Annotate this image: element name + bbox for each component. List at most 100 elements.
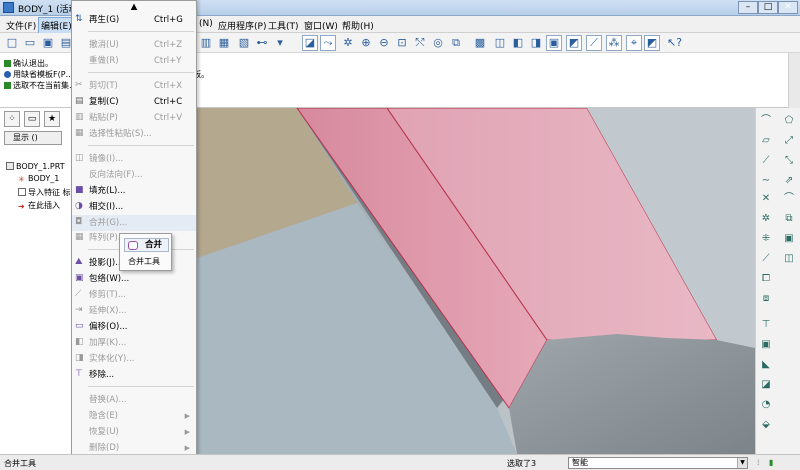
copy-icon[interactable]: ▥: [198, 35, 214, 51]
rib-icon[interactable]: ⟋: [759, 252, 773, 266]
graphics-viewport[interactable]: [197, 108, 755, 454]
edit-menu-item[interactable]: 恢复(U) ▶: [72, 424, 196, 440]
datum-planes-icon[interactable]: ◩: [566, 35, 582, 51]
folder-browser-tab-icon[interactable]: ▭: [24, 111, 40, 127]
spin-center-icon[interactable]: ⤳: [320, 35, 336, 51]
save-copy-icon[interactable]: ▦: [216, 35, 232, 51]
hole-icon[interactable]: ⧈: [759, 292, 773, 306]
edit-menu-item[interactable]: ▤ 复制(C) Ctrl+C: [72, 94, 196, 110]
tree-item[interactable]: 导入特征 标: [18, 187, 71, 198]
model-tree-tab-icon[interactable]: ⁘: [4, 111, 20, 127]
edit-menu-item[interactable]: ▦ 选择性粘贴(S)...: [72, 126, 196, 142]
menu-tools[interactable]: 工具(T): [266, 18, 301, 33]
open-folder-icon[interactable]: ▭: [22, 35, 38, 51]
message-scrollbar[interactable]: [788, 53, 800, 108]
context-help-icon[interactable]: ↖?: [666, 35, 682, 51]
shading-icon[interactable]: ▣: [546, 35, 562, 51]
menu-separator: [88, 31, 194, 32]
analysis-icon[interactable]: ⧉: [782, 212, 796, 226]
edit-menu-item[interactable]: ⇥ 延伸(X)...: [72, 303, 196, 319]
blend-icon[interactable]: ◪: [759, 378, 773, 392]
edit-menu-item[interactable]: ■ 填充(L)...: [72, 183, 196, 199]
view-manager-icon[interactable]: ▩: [472, 35, 488, 51]
maximize-button[interactable]: □: [758, 1, 778, 14]
datum-plane-icon[interactable]: ⬠: [782, 114, 796, 128]
close-button[interactable]: ✕: [778, 1, 798, 14]
zoom-out-icon[interactable]: ⊖: [376, 35, 392, 51]
favorites-tab-icon[interactable]: ★: [44, 111, 60, 127]
new-file-icon[interactable]: □: [4, 35, 20, 51]
edit-menu-item[interactable]: 重做(R) Ctrl+Y: [72, 53, 196, 69]
select-filter-icon[interactable]: ▾: [272, 35, 288, 51]
edit-menu-item-shortcut: Ctrl+X: [154, 81, 183, 91]
edit-menu-item[interactable]: ◨ 实体化(Y)...: [72, 351, 196, 367]
zoom-in-icon[interactable]: ⊕: [358, 35, 374, 51]
datum-curve-icon[interactable]: ⤡: [782, 154, 796, 168]
coordinate-system-icon[interactable]: ✲: [759, 212, 773, 226]
hidden-line-icon[interactable]: ◧: [510, 35, 526, 51]
chamfer-icon[interactable]: ⬙: [759, 418, 773, 432]
datum-plane-icon[interactable]: ▱: [759, 134, 773, 148]
annotation-icon[interactable]: ◩: [644, 35, 660, 51]
repaint-icon[interactable]: ◪: [302, 35, 318, 51]
menu-file[interactable]: 文件(F): [4, 18, 38, 33]
edit-menu-item[interactable]: ◘ 合并(G)...: [72, 215, 196, 231]
save-icon[interactable]: ▣: [40, 35, 56, 51]
datum-curve-icon[interactable]: ∼: [759, 174, 773, 188]
menu-help[interactable]: 帮助(H): [340, 18, 376, 33]
edit-menu-item[interactable]: ⟋ 修剪(T)...: [72, 287, 196, 303]
extrude-icon[interactable]: ⊤: [759, 318, 773, 332]
menu-insert[interactable]: (N): [197, 18, 215, 30]
sweep-icon[interactable]: ◣: [759, 358, 773, 372]
edit-menu-item[interactable]: 反向法向(F)...: [72, 167, 196, 183]
no-hidden-icon[interactable]: ◨: [528, 35, 544, 51]
edit-menu-item[interactable]: ▣ 包络(W)...: [72, 271, 196, 287]
datum-axis-icon[interactable]: ⟋: [759, 154, 773, 168]
csys-icon[interactable]: ⁜: [759, 232, 773, 246]
tree-item[interactable]: ✳ BODY_1: [18, 174, 59, 184]
revolve-icon[interactable]: ▣: [759, 338, 773, 352]
zoom-fit-icon[interactable]: ⊡: [394, 35, 410, 51]
edit-menu-item[interactable]: 撤消(U) Ctrl+Z: [72, 37, 196, 53]
edit-menu-item[interactable]: ◑ 相交(I)...: [72, 199, 196, 215]
round-icon[interactable]: ◔: [759, 398, 773, 412]
edit-menu-item[interactable]: 替换(A)...: [72, 392, 196, 408]
coordinate-system-icon[interactable]: ⌒: [782, 192, 796, 206]
shell-icon[interactable]: ▣: [782, 232, 796, 246]
tree-item-insert-here[interactable]: ➜ 在此插入: [18, 200, 60, 211]
binoculars-icon[interactable]: ⊷: [254, 35, 270, 51]
selection-filter-dropdown[interactable]: 智能 ▼: [568, 457, 748, 469]
annotation-icon[interactable]: ⧠: [759, 272, 773, 286]
edit-menu-item-label: 替换(A)...: [89, 395, 127, 405]
edit-menu-item[interactable]: ▭ 偏移(O)...: [72, 319, 196, 335]
menu-edit[interactable]: 编辑(E): [38, 17, 75, 34]
draft-icon[interactable]: ◫: [782, 252, 796, 266]
menu-applications[interactable]: 应用程序(P): [216, 18, 268, 33]
sketch-icon[interactable]: ⌒: [759, 114, 773, 128]
saved-views-icon[interactable]: ◎: [430, 35, 446, 51]
minimize-button[interactable]: –: [738, 1, 758, 14]
print-preview-icon[interactable]: ▧: [236, 35, 252, 51]
menu-window[interactable]: 窗口(W): [302, 18, 340, 33]
wireframe-icon[interactable]: ◫: [492, 35, 508, 51]
datum-axis-icon[interactable]: ⤢: [782, 134, 796, 148]
edit-menu-item[interactable]: ◧ 加厚(K)...: [72, 335, 196, 351]
edit-menu-item[interactable]: ◫ 镜像(I)...: [72, 151, 196, 167]
datum-point-icon[interactable]: ✕: [759, 192, 773, 206]
edit-menu-item[interactable]: ✂ 剪切(T) Ctrl+X: [72, 78, 196, 94]
reorient-icon[interactable]: ⤲: [412, 35, 428, 51]
edit-menu-item-shortcut: Ctrl+Y: [154, 56, 182, 66]
edit-menu-item[interactable]: 隐含(E) ▶: [72, 408, 196, 424]
orient-icon[interactable]: ✲: [340, 35, 356, 51]
layers-icon[interactable]: ⧉: [448, 35, 464, 51]
datum-points-icon[interactable]: ⁂: [606, 35, 622, 51]
tree-item-root[interactable]: BODY_1.PRT: [6, 162, 65, 171]
datum-axes-icon[interactable]: ⟋: [586, 35, 602, 51]
datum-point-icon[interactable]: ⇗: [782, 174, 796, 188]
merge-submenu-item[interactable]: 合并: [124, 238, 169, 252]
edit-menu-item[interactable]: ⊤ 移除...: [72, 367, 196, 383]
edit-menu-item[interactable]: ⇅ 再生(G) Ctrl+G: [72, 12, 196, 28]
edit-menu-item[interactable]: ▥ 粘贴(P) Ctrl+V: [72, 110, 196, 126]
show-dropdown[interactable]: 显示 (): [4, 131, 62, 145]
coordinate-system-icon[interactable]: ⌖: [626, 35, 642, 51]
